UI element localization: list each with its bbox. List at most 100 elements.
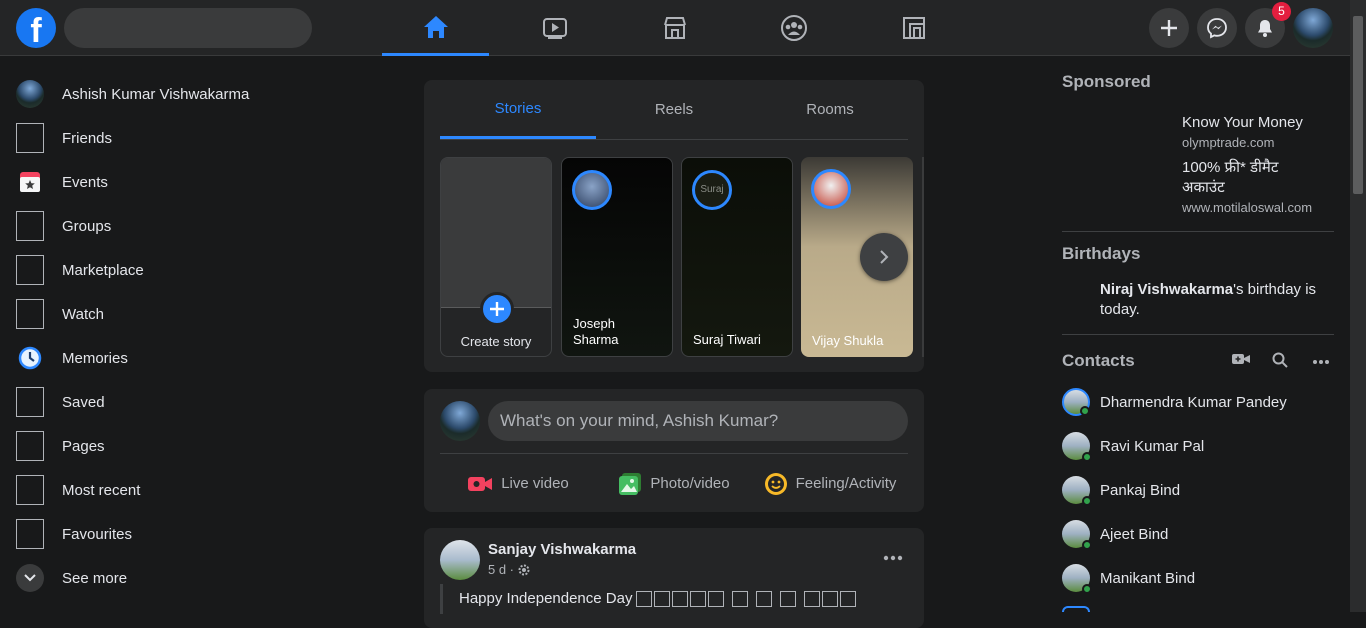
pages-icon (16, 431, 44, 461)
online-status-dot (1080, 406, 1090, 416)
tab-home[interactable] (382, 0, 489, 56)
sidebar-item-saved[interactable]: Saved (8, 380, 352, 424)
notifications-button[interactable]: 5 (1245, 2, 1291, 48)
sponsored-heading: Sponsored (1062, 72, 1151, 91)
ad-title: 100% फ्री* डीमैट अकाउंट (1182, 159, 1279, 196)
page-scrollbar[interactable] (1350, 0, 1366, 612)
notification-count-badge: 5 (1272, 2, 1291, 21)
post-quote-bar (440, 584, 443, 614)
sidebar-item-most-recent[interactable]: Most recent (8, 468, 352, 512)
watch-icon (16, 299, 44, 329)
flag-emoji-row (636, 590, 857, 607)
smiley-icon (764, 472, 787, 495)
search-input[interactable] (64, 8, 312, 48)
flag-emoji-icon (654, 590, 671, 607)
groups-icon (780, 15, 807, 41)
sidebar-item-label: Most recent (62, 481, 141, 499)
contact-item[interactable]: Manikant Bind (1062, 560, 1195, 596)
ad-title: Know Your Money (1182, 114, 1303, 131)
post-options-button[interactable] (875, 540, 911, 576)
story-avatar (811, 169, 851, 209)
tab-reels[interactable]: Reels (596, 80, 752, 139)
sidebar-item-label: Memories (62, 349, 128, 367)
contact-item[interactable]: Ravi Kumar Pal (1062, 428, 1204, 464)
stories-tab-bar: Stories Reels Rooms (440, 80, 908, 140)
contact-name: Dharmendra Kumar Pandey (1100, 393, 1287, 411)
tab-watch[interactable] (501, 0, 608, 56)
post-timestamp[interactable]: 5 d · (488, 562, 514, 577)
feeling-activity-button[interactable]: Feeling/Activity (752, 454, 908, 513)
scrollbar-thumb[interactable] (1353, 16, 1363, 194)
birthdays-heading: Birthdays (1062, 244, 1141, 263)
birthday-notice[interactable]: Niraj Vishwakarma's birthday is today. (1100, 280, 1334, 320)
story-card[interactable]: Joseph Sharma (561, 157, 673, 357)
see-more-button[interactable]: See more (8, 556, 352, 600)
divider (1062, 334, 1334, 335)
flag-emoji-icon (636, 590, 653, 607)
tab-stories[interactable]: Stories (440, 80, 596, 139)
contact-item[interactable]: Pankaj Bind (1062, 472, 1180, 508)
messenger-button[interactable] (1197, 8, 1237, 48)
search-contacts-button[interactable] (1272, 352, 1294, 370)
tab-groups[interactable] (740, 0, 847, 56)
flag-emoji-icon (672, 590, 689, 607)
story-card[interactable]: Suraj Suraj Tiwari (681, 157, 793, 357)
online-status-dot (1082, 540, 1092, 550)
most-recent-icon (16, 475, 44, 505)
see-more-label: See more (62, 569, 128, 587)
account-avatar[interactable] (1293, 8, 1333, 48)
new-room-button[interactable] (1232, 352, 1254, 370)
tab-rooms[interactable]: Rooms (752, 80, 908, 139)
contact-name: Manikant Bind (1100, 569, 1196, 587)
sidebar-item-groups[interactable]: Groups (8, 204, 352, 248)
contact-name: Pankaj Bind (1100, 481, 1181, 499)
story-avatar (572, 170, 612, 210)
flag-emoji-icon (804, 590, 821, 607)
sidebar-item-watch[interactable]: Watch (8, 292, 352, 336)
create-story-card[interactable]: Create story (440, 157, 552, 357)
chevron-down-icon (16, 564, 44, 592)
sponsored-ad[interactable]: 100% फ्री* डीमैट अकाउंट www.motilaloswal… (1062, 156, 1334, 218)
photo-video-button[interactable]: Photo/video (596, 454, 752, 513)
contact-item[interactable]: Ajeet Bind (1062, 516, 1168, 552)
sidebar-item-events[interactable]: Events (8, 160, 352, 204)
story-author-name: Suraj Tiwari (693, 332, 761, 347)
create-button[interactable] (1149, 8, 1189, 48)
sidebar-item-pages[interactable]: Pages (8, 424, 352, 468)
top-navigation-bar: f 5 (0, 0, 1350, 56)
plus-icon (1161, 20, 1177, 36)
create-story-image (441, 158, 551, 308)
stories-card: Stories Reels Rooms Create story Joseph … (424, 80, 924, 372)
sidebar-item-label: Watch (62, 305, 104, 323)
stories-next-button[interactable] (860, 233, 908, 281)
friends-icon (16, 123, 44, 153)
sidebar-item-friends[interactable]: Friends (8, 116, 352, 160)
contacts-options-button[interactable] (1312, 352, 1334, 370)
photo-video-label: Photo/video (650, 475, 730, 492)
sidebar-item-marketplace[interactable]: Marketplace (8, 248, 352, 292)
composer-avatar[interactable] (440, 401, 480, 441)
photo-icon (619, 472, 642, 495)
sidebar-item-favourites[interactable]: Favourites (8, 512, 352, 556)
right-sidebar: Sponsored Know Your Money olymptrade.com… (1062, 72, 1334, 612)
video-camera-plus-icon (1232, 354, 1250, 364)
sidebar-item-label: Pages (62, 437, 105, 455)
groups-icon (16, 211, 44, 241)
marketplace-icon (663, 17, 686, 39)
facebook-logo[interactable]: f (16, 8, 56, 48)
live-video-button[interactable]: Live video (440, 454, 596, 513)
tab-marketplace[interactable] (621, 0, 728, 56)
composer-actions: Live video Photo/video Feeling/Activity (440, 453, 908, 513)
contact-item[interactable]: Dharmendra Kumar Pandey (1062, 384, 1287, 420)
post-author-avatar[interactable] (440, 540, 480, 580)
post-author-name[interactable]: Sanjay Vishwakarma (488, 541, 636, 558)
story-author-name: Joseph Sharma (573, 316, 619, 347)
flag-emoji-icon (708, 590, 725, 607)
feed-post: Sanjay Vishwakarma 5 d · Happy Independe… (424, 528, 924, 628)
whats-on-your-mind-input[interactable]: What's on your mind, Ashish Kumar? (488, 401, 908, 441)
left-sidebar: Ashish Kumar Vishwakarma Friends Events … (8, 72, 352, 600)
sidebar-item-memories[interactable]: Memories (8, 336, 352, 380)
create-story-plus-icon (480, 292, 514, 326)
tab-gaming[interactable] (860, 0, 967, 56)
sidebar-item-profile[interactable]: Ashish Kumar Vishwakarma (8, 72, 352, 116)
